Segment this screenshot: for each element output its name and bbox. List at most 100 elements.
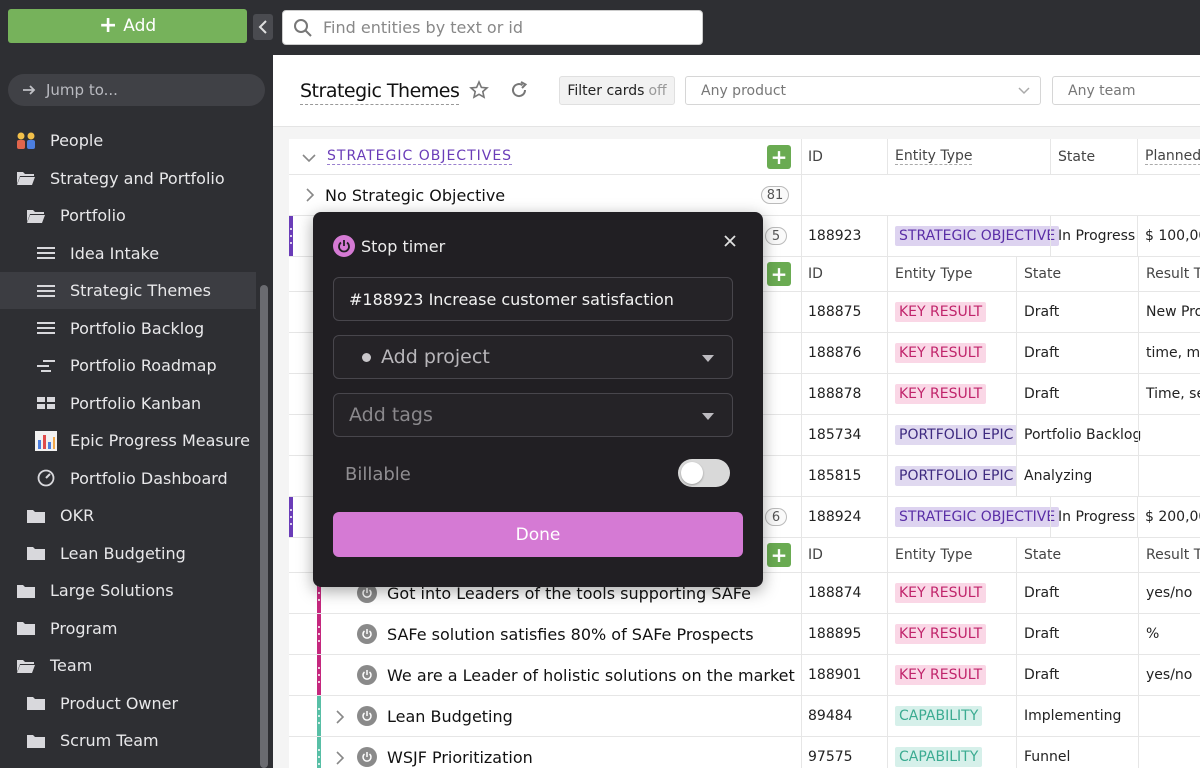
sidebar-scrollbar[interactable] bbox=[260, 285, 268, 768]
col-result-header[interactable]: Result Ty bbox=[1146, 266, 1200, 282]
search-box[interactable] bbox=[282, 10, 703, 45]
sidebar-item-okr[interactable]: OKR bbox=[0, 497, 256, 534]
drag-handle[interactable] bbox=[317, 614, 321, 654]
col-state-header[interactable]: State bbox=[1024, 547, 1061, 563]
col-id-header: ID bbox=[808, 266, 823, 282]
timer-icon[interactable] bbox=[357, 747, 377, 767]
sidebar-item-idea-intake[interactable]: Idea Intake bbox=[0, 235, 256, 272]
add-project-placeholder: Add project bbox=[381, 346, 490, 368]
chevron-right-icon[interactable] bbox=[335, 750, 345, 768]
row-id[interactable]: 188895 bbox=[808, 626, 861, 642]
team-select[interactable]: Any team bbox=[1052, 76, 1200, 105]
row-result-type: % bbox=[1146, 626, 1160, 642]
drag-handle[interactable] bbox=[289, 497, 293, 537]
objective-id[interactable]: 188924 bbox=[808, 509, 861, 525]
timer-icon[interactable] bbox=[357, 665, 377, 685]
row-id[interactable]: 188876 bbox=[808, 345, 861, 361]
drag-handle[interactable] bbox=[317, 655, 321, 695]
add-child-button[interactable]: + bbox=[767, 543, 791, 567]
row-id[interactable]: 188875 bbox=[808, 304, 861, 320]
col-entity-type-header[interactable]: Entity Type bbox=[895, 266, 972, 282]
table-row[interactable]: SAFe solution satisfies 80% of SAFe Pros… bbox=[289, 614, 1200, 655]
col-state-header[interactable]: State bbox=[1024, 266, 1061, 282]
row-result-type: yes/no bbox=[1146, 667, 1193, 683]
sidebar-item-people[interactable]: People bbox=[0, 122, 256, 159]
drag-handle[interactable] bbox=[317, 696, 321, 736]
collapse-sidebar-button[interactable] bbox=[253, 14, 273, 40]
row-id[interactable]: 185734 bbox=[808, 427, 861, 443]
billable-toggle[interactable] bbox=[678, 459, 730, 487]
sidebar-item-large-solutions[interactable]: Large Solutions bbox=[0, 572, 256, 609]
table-row[interactable]: Lean Budgeting 89484 CAPABILITY Implementin… bbox=[289, 696, 1200, 737]
objective-id[interactable]: 188923 bbox=[808, 228, 861, 244]
table-row[interactable]: WSJF Prioritization 97575 CAPABILITY Funnel bbox=[289, 737, 1200, 768]
row-title[interactable]: WSJF Prioritization bbox=[387, 748, 533, 767]
sidebar-item-portfolio[interactable]: Portfolio bbox=[0, 197, 256, 234]
billable-label: Billable bbox=[345, 464, 411, 485]
jump-to-input[interactable]: Jump to... bbox=[8, 74, 265, 106]
chevron-right-icon[interactable] bbox=[335, 709, 345, 728]
row-id[interactable]: 188874 bbox=[808, 585, 861, 601]
sidebar-item-program[interactable]: Program bbox=[0, 610, 256, 647]
caret-down-icon bbox=[702, 413, 714, 420]
sidebar-item-strategy-and-portfolio[interactable]: Strategy and Portfolio bbox=[0, 160, 256, 197]
entity-type-badge: CAPABILITY bbox=[895, 747, 983, 767]
chevron-down-icon[interactable] bbox=[302, 153, 316, 163]
sidebar-item-lean-budgeting[interactable]: Lean Budgeting bbox=[0, 535, 256, 572]
timer-icon[interactable] bbox=[357, 706, 377, 726]
timer-description-input[interactable]: #188923 Increase customer satisfaction bbox=[333, 277, 733, 321]
col-entity-type-header[interactable]: Entity Type bbox=[895, 148, 973, 165]
col-planned-header[interactable]: Planned bbox=[1145, 148, 1200, 165]
add-tags-select[interactable]: Add tags bbox=[333, 393, 733, 437]
sidebar-item-portfolio-kanban[interactable]: Portfolio Kanban bbox=[0, 385, 256, 422]
add-objective-button[interactable]: + bbox=[767, 145, 791, 169]
row-id[interactable]: 188878 bbox=[808, 386, 861, 402]
row-id[interactable]: 188901 bbox=[808, 667, 861, 683]
sidebar-item-strategic-themes[interactable]: Strategic Themes bbox=[0, 272, 256, 309]
row-state: Implementing bbox=[1024, 708, 1122, 724]
sidebar-item-portfolio-backlog[interactable]: Portfolio Backlog bbox=[0, 310, 256, 347]
product-select[interactable]: Any product bbox=[685, 76, 1041, 105]
row-title[interactable]: SAFe solution satisfies 80% of SAFe Pros… bbox=[387, 625, 754, 644]
row-state: Funnel bbox=[1024, 749, 1071, 765]
sidebar-item-scrum-team[interactable]: Scrum Team bbox=[0, 722, 256, 759]
col-result-header[interactable]: Result Ty bbox=[1146, 547, 1200, 563]
done-button[interactable]: Done bbox=[333, 512, 743, 557]
col-state-header[interactable]: State bbox=[1058, 149, 1095, 165]
timer-description-value: #188923 Increase customer satisfaction bbox=[349, 289, 674, 309]
sidebar-item-epic-progress-measure[interactable]: Epic Progress Measure bbox=[0, 422, 256, 459]
refresh-icon[interactable] bbox=[509, 80, 529, 100]
row-id[interactable]: 89484 bbox=[808, 708, 853, 724]
objective-state: In Progress bbox=[1058, 509, 1136, 525]
close-icon[interactable] bbox=[723, 234, 737, 248]
add-project-select[interactable]: Add project bbox=[333, 335, 733, 379]
stop-timer-modal: Stop timer #188923 Increase customer sat… bbox=[313, 212, 763, 587]
modal-header: Stop timer bbox=[333, 235, 445, 257]
drag-handle[interactable] bbox=[289, 216, 293, 256]
folder-open-icon bbox=[24, 206, 48, 226]
row-state: Analyzing bbox=[1024, 468, 1093, 484]
timer-icon[interactable] bbox=[357, 624, 377, 644]
col-entity-type-header[interactable]: Entity Type bbox=[895, 547, 972, 563]
sidebar-item-portfolio-roadmap[interactable]: Portfolio Roadmap bbox=[0, 347, 256, 384]
row-id[interactable]: 97575 bbox=[808, 749, 853, 765]
filter-cards-button[interactable]: Filter cards off bbox=[559, 76, 675, 105]
sidebar-item-product-owner[interactable]: Product Owner bbox=[0, 685, 256, 722]
row-title[interactable]: We are a Leader of holistic solutions on… bbox=[387, 666, 795, 685]
drag-handle[interactable] bbox=[317, 737, 321, 768]
row-id[interactable]: 185815 bbox=[808, 468, 861, 484]
sidebar-item-portfolio-dashboard[interactable]: Portfolio Dashboard bbox=[0, 460, 256, 497]
add-button[interactable]: + Add bbox=[8, 9, 247, 43]
entity-type-badge: CAPABILITY bbox=[895, 706, 983, 726]
table-row[interactable]: We are a Leader of holistic solutions on… bbox=[289, 655, 1200, 696]
sidebar-item-team[interactable]: Team bbox=[0, 647, 256, 684]
row-title[interactable]: Lean Budgeting bbox=[387, 707, 513, 726]
no-objective-row[interactable]: No Strategic Objective 81 bbox=[289, 175, 1200, 216]
chevron-right-icon[interactable] bbox=[305, 188, 315, 202]
entity-type-badge: KEY RESULT bbox=[895, 665, 987, 685]
entity-type-badge: STRATEGIC OBJECTIVE bbox=[895, 507, 1060, 527]
entity-type-badge: KEY RESULT bbox=[895, 384, 987, 404]
search-input[interactable] bbox=[323, 18, 683, 37]
add-child-button[interactable]: + bbox=[767, 262, 791, 286]
star-icon[interactable] bbox=[469, 80, 489, 100]
